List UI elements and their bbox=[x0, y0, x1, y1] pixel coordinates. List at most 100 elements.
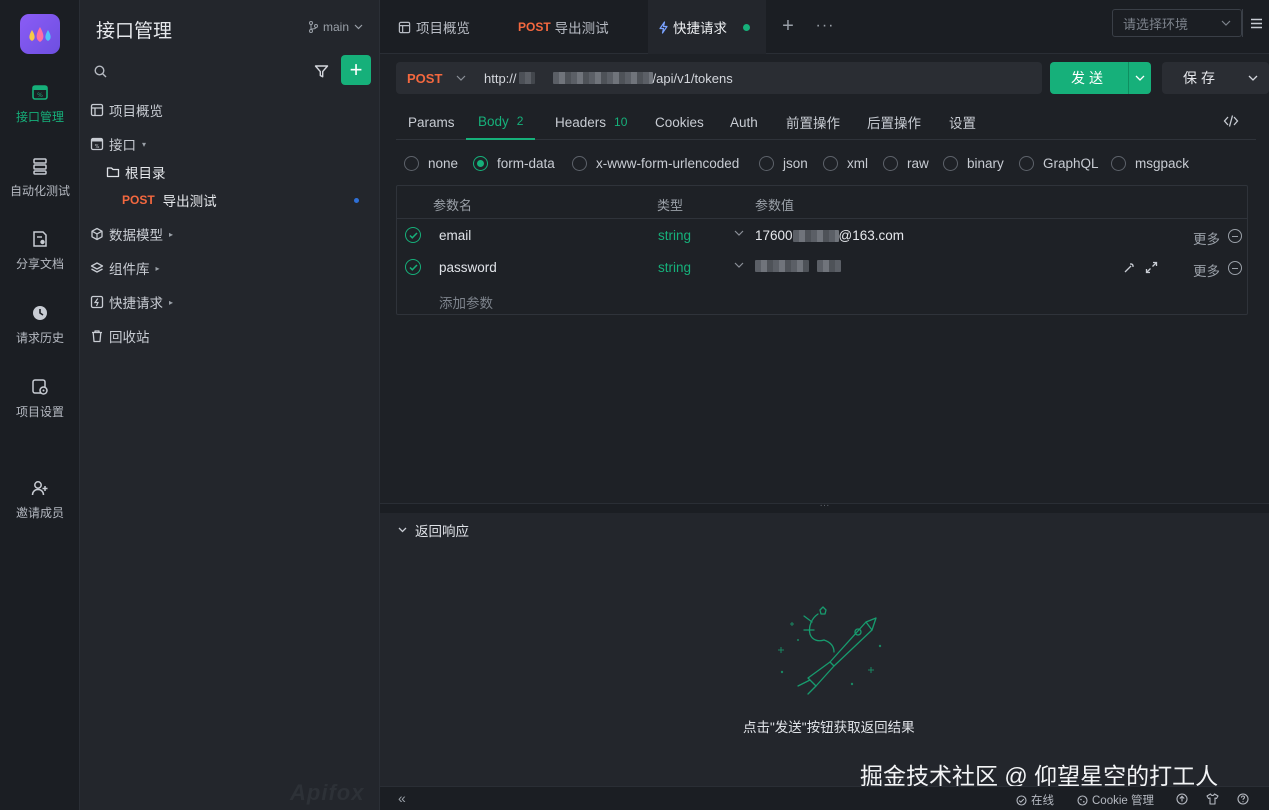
tab-count: 2 bbox=[516, 114, 524, 128]
enabled-checkbox[interactable] bbox=[405, 259, 421, 275]
radio-json[interactable]: json bbox=[759, 153, 808, 173]
tab-label: 导出测试 bbox=[554, 21, 609, 36]
tree-item-api[interactable]: % 接口 ▾ bbox=[90, 131, 370, 157]
rail-label: 分享文档 bbox=[15, 257, 64, 271]
tab-pre-processors[interactable]: 前置操作 bbox=[786, 104, 840, 140]
rail-item-api[interactable]: % 接口管理 bbox=[0, 78, 80, 138]
radio-binary[interactable]: binary bbox=[943, 153, 1004, 173]
tree-item-export-test[interactable]: POST 导出测试 bbox=[122, 187, 402, 213]
tab-overview[interactable]: 项目概览 bbox=[388, 0, 480, 54]
help-icon[interactable] bbox=[1237, 793, 1249, 805]
tab-headers[interactable]: Headers 10 bbox=[555, 104, 627, 140]
tree-item-trash[interactable]: 回收站 bbox=[90, 323, 370, 349]
cookie-manager[interactable]: Cookie 管理 bbox=[1077, 792, 1154, 808]
add-button[interactable]: + bbox=[341, 55, 371, 85]
tab-body[interactable]: Body 2 bbox=[466, 104, 536, 140]
table-row: email string 17600 @163.com 更多 bbox=[397, 219, 1247, 251]
rail-label: 请求历史 bbox=[15, 331, 64, 345]
component-icon bbox=[90, 262, 104, 273]
save-button[interactable]: 保存 bbox=[1162, 62, 1269, 94]
tree-item-root[interactable]: 根目录 bbox=[106, 159, 386, 185]
tree-item-overview[interactable]: 项目概览 bbox=[90, 97, 370, 123]
radio-raw[interactable]: raw bbox=[883, 153, 929, 173]
menu-button[interactable] bbox=[1242, 9, 1269, 37]
param-name[interactable]: password bbox=[439, 260, 497, 275]
tab-export-test[interactable]: POST 导出测试 bbox=[508, 0, 619, 54]
branch-selector[interactable]: main bbox=[308, 20, 363, 34]
rail-item-invite[interactable]: 邀请成员 bbox=[0, 474, 80, 534]
param-name[interactable]: email bbox=[439, 228, 471, 243]
param-value[interactable] bbox=[755, 260, 841, 272]
magic-wand-icon[interactable] bbox=[1123, 261, 1136, 274]
code-icon[interactable] bbox=[1223, 114, 1239, 128]
upload-icon[interactable] bbox=[1176, 793, 1188, 805]
enabled-checkbox[interactable] bbox=[405, 227, 421, 243]
rail-item-settings[interactable]: 项目设置 bbox=[0, 373, 80, 433]
tree-item-quick-request[interactable]: 快捷请求 ▸ bbox=[90, 289, 370, 315]
more-button[interactable]: 更多 bbox=[1193, 260, 1220, 280]
param-type[interactable]: string bbox=[658, 260, 691, 275]
radio-form-data[interactable]: form-data bbox=[473, 153, 555, 173]
method-select[interactable]: POST bbox=[396, 62, 472, 94]
param-value-suffix: @163.com bbox=[838, 228, 905, 243]
send-button[interactable]: 发送 bbox=[1050, 62, 1151, 94]
tab-post-processors[interactable]: 后置操作 bbox=[867, 104, 921, 140]
more-tabs-button[interactable]: ··· bbox=[813, 14, 837, 38]
chevron-down-icon[interactable] bbox=[734, 230, 744, 237]
column-header-value: 参数值 bbox=[755, 198, 795, 213]
online-status[interactable]: 在线 bbox=[1016, 792, 1054, 808]
search-input[interactable] bbox=[113, 63, 293, 79]
invite-user-icon bbox=[30, 478, 50, 498]
rail-item-history[interactable]: 请求历史 bbox=[0, 299, 80, 359]
method-tag: POST bbox=[122, 193, 155, 207]
tab-label: 设置 bbox=[949, 116, 976, 131]
environment-placeholder: 请选择环境 bbox=[1123, 16, 1189, 32]
tab-cookies[interactable]: Cookies bbox=[655, 104, 704, 140]
redacted-text bbox=[755, 260, 809, 272]
url-input[interactable]: http:// /api/v1/tokens bbox=[484, 71, 733, 86]
radio-graphql[interactable]: GraphQL bbox=[1019, 153, 1099, 173]
tree-label: 根目录 bbox=[125, 166, 166, 181]
add-param-input[interactable]: 添加参数 bbox=[439, 292, 493, 312]
cookie-label: Cookie 管理 bbox=[1092, 795, 1154, 807]
trash-icon bbox=[92, 330, 102, 343]
radio-xml[interactable]: xml bbox=[823, 153, 868, 173]
tab-auth[interactable]: Auth bbox=[730, 104, 758, 140]
remove-param-icon[interactable] bbox=[1228, 229, 1242, 243]
remove-param-icon[interactable] bbox=[1228, 261, 1242, 275]
rail-item-automation[interactable]: 自动化测试 bbox=[0, 152, 80, 212]
branch-icon bbox=[309, 21, 318, 33]
tab-params[interactable]: Params bbox=[408, 104, 455, 140]
chevron-down-icon bbox=[1221, 20, 1231, 26]
environment-select[interactable]: 请选择环境 bbox=[1112, 9, 1242, 37]
tree-item-components[interactable]: 组件库 ▸ bbox=[90, 255, 370, 281]
tree-label: 导出测试 bbox=[162, 194, 217, 209]
tab-settings[interactable]: 设置 bbox=[949, 104, 976, 140]
save-options-button[interactable] bbox=[1240, 62, 1266, 94]
response-header[interactable]: 返回响应 bbox=[398, 520, 469, 540]
sidebar-search[interactable] bbox=[94, 60, 304, 82]
radio-msgpack[interactable]: msgpack bbox=[1111, 153, 1189, 173]
branch-name: main bbox=[323, 20, 350, 34]
panel-splitter[interactable]: ··· bbox=[380, 501, 1269, 513]
rail-item-share-doc[interactable]: 分享文档 bbox=[0, 225, 80, 285]
quick-request-icon bbox=[90, 295, 104, 309]
radio-x-www-form-urlencoded[interactable]: x-www-form-urlencoded bbox=[572, 153, 739, 173]
send-options-button[interactable] bbox=[1128, 62, 1151, 94]
param-value[interactable]: 17600 @163.com bbox=[755, 228, 904, 243]
new-tab-button[interactable]: + bbox=[776, 14, 800, 38]
app-logo[interactable] bbox=[20, 14, 60, 54]
filter-button[interactable] bbox=[310, 60, 332, 82]
tree-item-data-model[interactable]: 数据模型 ▸ bbox=[90, 221, 370, 247]
caret-right-icon: ▸ bbox=[169, 229, 174, 239]
chevron-down-icon[interactable] bbox=[734, 262, 744, 269]
collapse-sidebar-button[interactable]: « bbox=[398, 790, 406, 806]
param-type[interactable]: string bbox=[658, 228, 691, 243]
more-button[interactable]: 更多 bbox=[1193, 228, 1220, 248]
radio-none[interactable]: none bbox=[404, 153, 458, 173]
expand-icon[interactable] bbox=[1145, 261, 1158, 274]
filter-icon bbox=[314, 64, 328, 77]
shirt-icon[interactable] bbox=[1206, 793, 1219, 805]
tab-quick-request[interactable]: 快捷请求 bbox=[648, 0, 766, 54]
tree-label: 快捷请求 bbox=[109, 296, 163, 311]
